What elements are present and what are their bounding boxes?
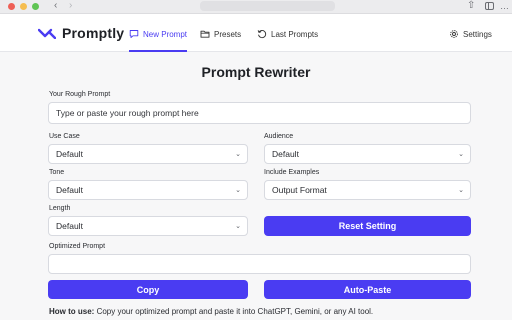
- tab-new-prompt[interactable]: New Prompt: [129, 26, 187, 42]
- include-examples-select[interactable]: Output Format ⌄: [264, 180, 471, 200]
- chevron-down-icon: ⌄: [235, 223, 241, 230]
- brand-name: Promptly: [62, 25, 125, 41]
- reset-setting-button[interactable]: Reset Setting: [264, 216, 471, 236]
- include-examples-label: Include Examples: [264, 169, 320, 176]
- minimize-window-button[interactable]: [20, 3, 27, 10]
- more-icon[interactable]: …: [500, 0, 509, 12]
- tab-presets-label: Presets: [214, 29, 242, 39]
- audience-select[interactable]: Default ⌄: [264, 144, 471, 164]
- zoom-window-button[interactable]: [32, 3, 39, 10]
- chevron-down-icon: ⌄: [458, 151, 464, 158]
- chevron-down-icon: ⌄: [235, 187, 241, 194]
- tone-select[interactable]: Default ⌄: [48, 180, 248, 200]
- app-header: Promptly New Prompt Presets Last Prompts…: [0, 14, 512, 52]
- how-to-use-body: Copy your optimized prompt and paste it …: [94, 307, 374, 316]
- history-icon: [257, 30, 267, 39]
- chevron-down-icon: ⌄: [458, 187, 464, 194]
- length-label: Length: [49, 205, 71, 212]
- settings-label: Settings: [463, 29, 492, 39]
- close-window-button[interactable]: [8, 3, 15, 10]
- how-to-use-text: How to use: Copy your optimized prompt a…: [49, 307, 373, 316]
- optimized-prompt-field[interactable]: [48, 254, 471, 274]
- rough-prompt-label: Your Rough Prompt: [49, 91, 111, 98]
- include-examples-value: Output Format: [272, 185, 327, 195]
- browser-toolbar: ‹ › ⇧ …: [0, 0, 512, 14]
- gear-icon: [450, 30, 458, 38]
- forward-chevron-icon[interactable]: ›: [69, 0, 72, 12]
- active-tab-indicator: [129, 50, 187, 52]
- optimized-prompt-label: Optimized Prompt: [49, 243, 106, 250]
- page-title: Prompt Rewriter: [201, 64, 311, 80]
- use-case-value: Default: [56, 149, 83, 159]
- tab-last-prompts-label: Last Prompts: [271, 29, 319, 39]
- copy-button[interactable]: Copy: [48, 280, 248, 299]
- tab-new-prompt-label: New Prompt: [143, 29, 188, 39]
- use-case-label: Use Case: [49, 133, 80, 140]
- address-bar[interactable]: [200, 1, 335, 11]
- audience-label: Audience: [264, 133, 294, 140]
- chat-bubble-icon: [129, 30, 139, 39]
- settings-button[interactable]: Settings: [449, 26, 492, 42]
- rough-prompt-input[interactable]: Type or paste your rough prompt here: [48, 102, 471, 124]
- tone-label: Tone: [49, 169, 65, 176]
- length-value: Default: [56, 221, 83, 231]
- chevron-down-icon: ⌄: [235, 151, 241, 158]
- promptly-logo-icon: [38, 28, 56, 39]
- tone-value: Default: [56, 185, 83, 195]
- use-case-select[interactable]: Default ⌄: [48, 144, 248, 164]
- auto-paste-button[interactable]: Auto-Paste: [264, 280, 471, 299]
- tab-presets[interactable]: Presets: [200, 26, 241, 42]
- back-chevron-icon[interactable]: ‹: [54, 0, 57, 12]
- tab-last-prompts[interactable]: Last Prompts: [257, 26, 318, 42]
- share-icon[interactable]: ⇧: [467, 0, 475, 12]
- tabs-overview-icon[interactable]: [485, 2, 494, 10]
- how-to-use-lead: How to use:: [49, 307, 95, 316]
- length-select[interactable]: Default ⌄: [48, 216, 248, 236]
- audience-value: Default: [272, 149, 299, 159]
- folder-icon: [200, 30, 210, 38]
